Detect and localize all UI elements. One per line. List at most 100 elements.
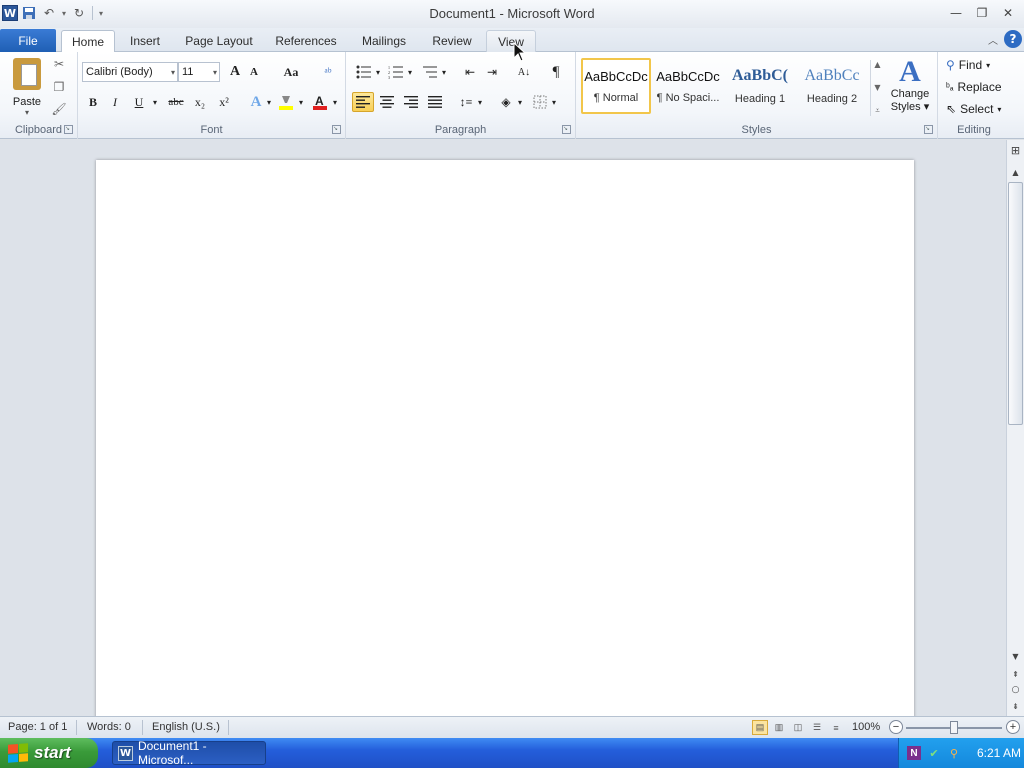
styles-more-icon[interactable]: ⩡ xyxy=(875,106,880,116)
increase-indent-icon[interactable]: ⇥ xyxy=(482,62,502,82)
align-left-icon[interactable] xyxy=(352,92,374,112)
select-button[interactable]: ⇖ Select ▾ xyxy=(946,100,1001,118)
bullets-dropdown-icon[interactable]: ▾ xyxy=(374,62,382,82)
style-heading-2[interactable]: AaBbCc Heading 2 xyxy=(797,58,867,114)
zoom-slider-thumb[interactable] xyxy=(950,721,958,734)
font-name-select[interactable]: Calibri (Body) ▾ xyxy=(82,62,178,82)
help-icon[interactable]: ? xyxy=(1004,30,1022,48)
zoom-level[interactable]: 100% xyxy=(852,721,880,733)
font-size-select[interactable]: 11 ▾ xyxy=(178,62,220,82)
tab-home[interactable]: Home xyxy=(61,30,115,53)
document-page[interactable] xyxy=(96,160,914,716)
vertical-scrollbar[interactable]: ⊞ ▲ ▼ ⇞ ○ ⇟ xyxy=(1006,140,1024,716)
styles-scroll-up-icon[interactable]: ▲ xyxy=(874,60,880,69)
search-tray-icon[interactable]: ⚲ xyxy=(947,746,961,760)
show-hide-formatting-button[interactable]: ¶ xyxy=(546,62,566,82)
shrink-font-button[interactable]: A xyxy=(246,62,262,82)
minimize-icon[interactable]: — xyxy=(944,3,968,23)
page-count[interactable]: Page: 1 of 1 xyxy=(8,721,67,733)
borders-dropdown-icon[interactable]: ▾ xyxy=(550,92,558,112)
highlight-dropdown-icon[interactable]: ▾ xyxy=(296,92,306,112)
paragraph-group-label: Paragraph xyxy=(434,124,487,136)
line-spacing-dropdown-icon[interactable]: ▾ xyxy=(476,92,484,112)
paste-button[interactable]: Paste ▾ xyxy=(6,56,48,120)
scroll-down-icon[interactable]: ▼ xyxy=(1007,648,1024,664)
copy-icon[interactable]: ❐ xyxy=(50,79,68,95)
format-painter-icon[interactable]: 🖌 xyxy=(50,101,68,117)
tab-file[interactable]: File xyxy=(0,29,56,52)
numbering-icon[interactable]: 123 xyxy=(386,62,406,82)
change-styles-button[interactable]: A Change Styles ▾ xyxy=(888,56,932,120)
bullets-icon[interactable] xyxy=(354,62,374,82)
close-icon[interactable]: ✕ xyxy=(996,3,1020,23)
align-right-icon[interactable] xyxy=(400,92,422,112)
minimize-ribbon-icon[interactable]: ︿ xyxy=(988,32,998,47)
bold-button[interactable]: B xyxy=(84,92,102,112)
restore-icon[interactable]: ❐ xyxy=(970,3,994,23)
multilevel-list-icon[interactable] xyxy=(420,62,440,82)
clock[interactable]: 6:21 AM xyxy=(977,746,1021,760)
style-normal[interactable]: AaBbCcDc ¶ Normal xyxy=(581,58,651,114)
italic-button[interactable]: I xyxy=(106,92,124,112)
decrease-indent-icon[interactable]: ⇤ xyxy=(460,62,480,82)
underline-dropdown-icon[interactable]: ▾ xyxy=(150,92,160,112)
network-tray-icon[interactable]: ✔ xyxy=(927,746,941,760)
replace-button[interactable]: ᵇₐ Replace xyxy=(946,78,1002,96)
tab-view[interactable]: View xyxy=(486,30,536,52)
onenote-tray-icon[interactable]: N xyxy=(907,746,921,760)
subscript-button[interactable]: x₂ xyxy=(190,92,210,112)
scrollbar-thumb[interactable] xyxy=(1008,182,1023,425)
clear-formatting-icon[interactable]: ᵃᵇ xyxy=(318,62,338,82)
line-spacing-icon[interactable]: ↕≡ xyxy=(456,92,476,112)
tab-references[interactable]: References xyxy=(268,30,344,52)
next-page-icon[interactable]: ⇟ xyxy=(1007,698,1024,714)
styles-scroll-down-icon[interactable]: ▼ xyxy=(874,83,880,92)
font-launcher-icon[interactable]: ↘ xyxy=(332,125,341,134)
justify-icon[interactable] xyxy=(424,92,446,112)
zoom-in-icon[interactable]: + xyxy=(1006,720,1020,734)
cut-icon[interactable]: ✂ xyxy=(50,56,68,72)
text-effects-icon[interactable]: A xyxy=(246,92,266,112)
style-no-spacing[interactable]: AaBbCcDc ¶ No Spaci... xyxy=(653,58,723,114)
styles-launcher-icon[interactable]: ↘ xyxy=(924,125,933,134)
tab-page-layout[interactable]: Page Layout xyxy=(176,30,262,52)
tab-mailings[interactable]: Mailings xyxy=(350,30,418,52)
underline-button[interactable]: U xyxy=(130,92,148,112)
scroll-up-icon[interactable]: ▲ xyxy=(1007,164,1024,180)
find-button[interactable]: ⚲ Find ▾ xyxy=(946,56,990,74)
paragraph-launcher-icon[interactable]: ↘ xyxy=(562,125,571,134)
print-layout-icon[interactable]: ▤ xyxy=(752,720,768,735)
borders-icon[interactable] xyxy=(530,92,550,112)
view-ruler-icon[interactable]: ⊞ xyxy=(1007,142,1024,158)
font-color-icon[interactable]: A xyxy=(310,92,330,112)
style-sample: AaBbCc xyxy=(804,67,860,84)
taskbar-item-word[interactable]: W Document1 - Microsof... xyxy=(112,739,266,767)
start-button[interactable]: start xyxy=(0,738,98,768)
select-browse-object-icon[interactable]: ○ xyxy=(1007,682,1024,698)
align-center-icon[interactable] xyxy=(376,92,398,112)
highlight-icon[interactable] xyxy=(276,92,296,112)
grow-font-button[interactable]: A xyxy=(226,62,244,82)
language[interactable]: English (U.S.) xyxy=(152,721,220,733)
change-case-button[interactable]: Aa xyxy=(278,62,304,82)
font-color-dropdown-icon[interactable]: ▾ xyxy=(330,92,340,112)
zoom-out-icon[interactable]: − xyxy=(889,720,903,734)
clipboard-launcher-icon[interactable]: ↘ xyxy=(64,125,73,134)
multilevel-dropdown-icon[interactable]: ▾ xyxy=(440,62,448,82)
word-count[interactable]: Words: 0 xyxy=(87,721,131,733)
shading-dropdown-icon[interactable]: ▾ xyxy=(516,92,524,112)
web-layout-icon[interactable]: ◫ xyxy=(790,720,806,735)
strikethrough-button[interactable]: abc xyxy=(164,92,188,112)
sort-icon[interactable]: A↓ xyxy=(514,62,534,82)
previous-page-icon[interactable]: ⇞ xyxy=(1007,666,1024,682)
tab-review[interactable]: Review xyxy=(424,30,480,52)
shading-icon[interactable]: ◈ xyxy=(496,92,516,112)
text-effects-dropdown-icon[interactable]: ▾ xyxy=(264,92,274,112)
numbering-dropdown-icon[interactable]: ▾ xyxy=(406,62,414,82)
draft-view-icon[interactable]: ≡ xyxy=(828,720,844,735)
style-heading-1[interactable]: AaBbC( Heading 1 xyxy=(725,58,795,114)
tab-insert[interactable]: Insert xyxy=(120,30,170,52)
full-screen-reading-icon[interactable]: ▥ xyxy=(771,720,787,735)
superscript-button[interactable]: x² xyxy=(214,92,234,112)
outline-view-icon[interactable]: ☰ xyxy=(809,720,825,735)
